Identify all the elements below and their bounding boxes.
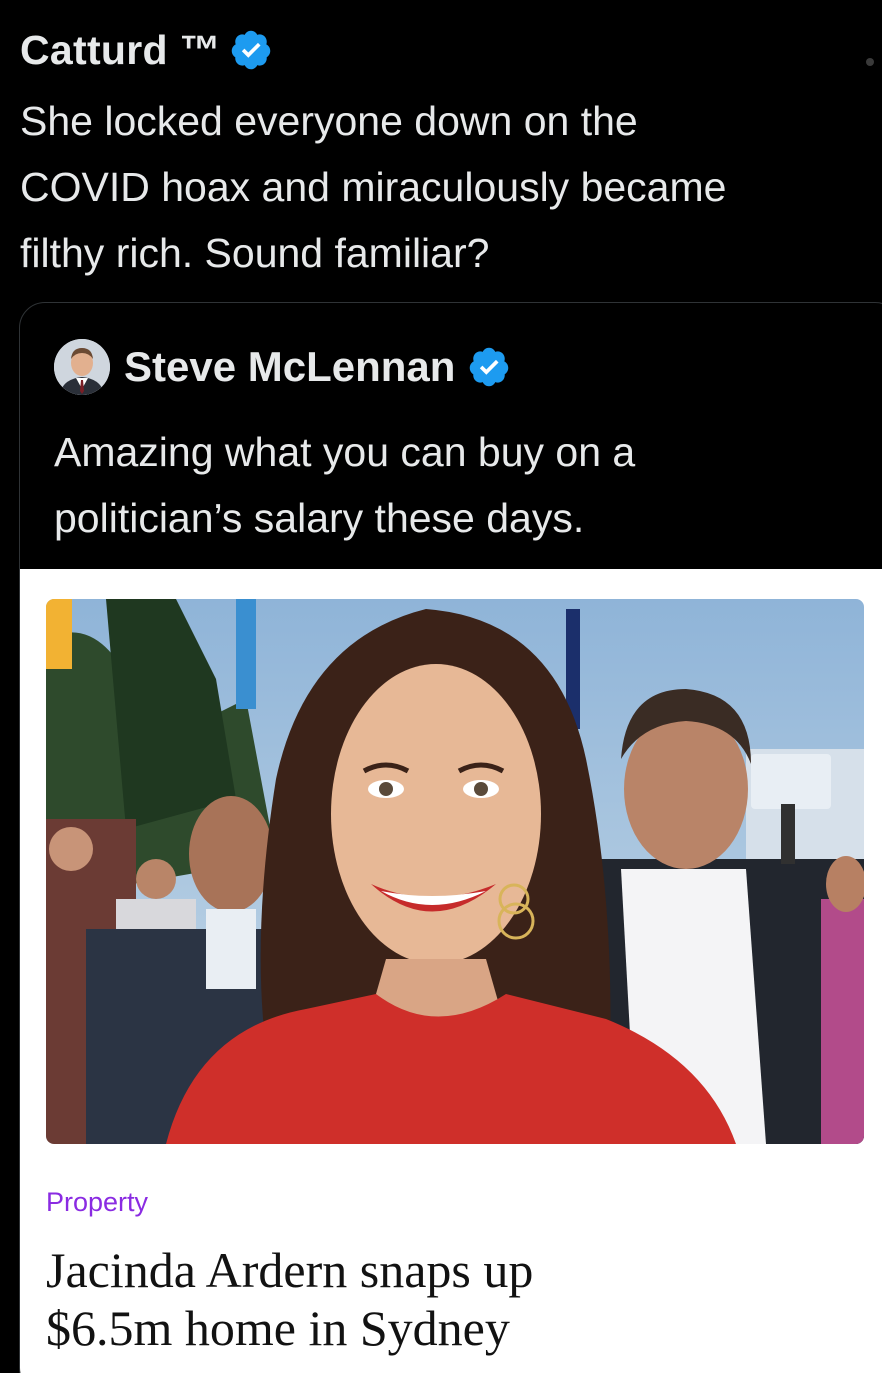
verified-badge-icon xyxy=(231,30,271,70)
quote-tweet-card[interactable]: Steve McLennan Amazing what you can buy … xyxy=(19,302,882,1373)
article-headline[interactable]: Jacinda Ardern snaps up $6.5m home in Sy… xyxy=(46,1241,866,1357)
quote-author-name[interactable]: Steve McLennan xyxy=(124,343,455,391)
overflow-dot xyxy=(866,58,874,66)
quote-header: Steve McLennan xyxy=(54,337,511,397)
tweet: Catturd ™ She locked everyone down on th… xyxy=(0,0,882,1373)
tweet-header: Catturd ™ xyxy=(20,22,273,78)
article-card[interactable]: Property Jacinda Ardern snaps up $6.5m h… xyxy=(20,569,882,1373)
article-category[interactable]: Property xyxy=(46,1187,148,1218)
quote-text: Amazing what you can buy on a politician… xyxy=(54,429,636,541)
person-avatar-icon xyxy=(54,339,110,395)
verified-badge-icon xyxy=(470,347,509,387)
avatar[interactable] xyxy=(54,339,110,395)
redacted-handle xyxy=(318,2,878,97)
tweet-text: She locked everyone down on the COVID ho… xyxy=(20,98,727,276)
article-photo[interactable] xyxy=(46,599,864,1144)
author-name[interactable]: Catturd ™ xyxy=(20,27,221,74)
article-image xyxy=(46,599,864,1144)
redacted-handle xyxy=(580,333,882,408)
